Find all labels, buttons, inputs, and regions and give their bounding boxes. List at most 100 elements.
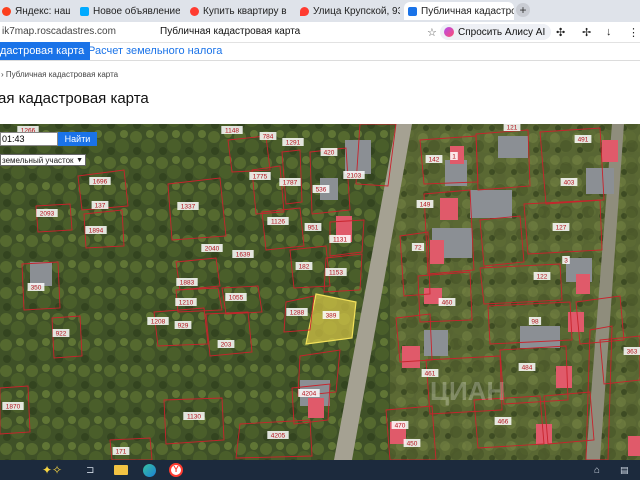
- ask-alice-button[interactable]: Спросить Алису AI: [440, 24, 552, 40]
- parcel-number-label[interactable]: 122: [537, 274, 548, 281]
- parcel-number-label[interactable]: 491: [578, 137, 589, 144]
- parcel-number-label[interactable]: 1775: [253, 174, 268, 181]
- ask-alice-label: Спросить Алису AI: [458, 26, 546, 38]
- tab-avito[interactable]: Новое объявление — Об: [76, 2, 180, 20]
- collections-icon[interactable]: ✢: [582, 26, 591, 39]
- parcel-number-label[interactable]: 403: [564, 180, 575, 187]
- chevron-down-icon: ▼: [76, 157, 83, 164]
- breadcrumb-home-icon[interactable]: ›: [1, 70, 4, 79]
- alice-icon: [444, 27, 454, 37]
- parcel-number-label[interactable]: 363: [627, 349, 638, 356]
- tab-title: Улица Крупской, 93 — Ян: [313, 5, 400, 17]
- tab-title: Купить квартиру в Грозн: [203, 5, 290, 17]
- parcel-number-label[interactable]: 1210: [179, 300, 194, 307]
- find-button[interactable]: Найти: [58, 132, 97, 146]
- parcel-number-label[interactable]: 1870: [6, 404, 21, 411]
- parcel-number-label[interactable]: 1131: [333, 237, 347, 244]
- satellite-layer: 1266 114878412914201214911142169617751787…: [0, 124, 640, 460]
- parcel-number-label[interactable]: 420: [324, 150, 335, 157]
- parcel-number-label[interactable]: 4205: [271, 433, 286, 440]
- download-icon[interactable]: ↓: [606, 26, 612, 38]
- parcel-number-label[interactable]: 922: [56, 331, 67, 338]
- sparkle-widgets-icon[interactable]: ✦✧: [42, 462, 62, 478]
- parcel-number-label[interactable]: 466: [498, 419, 509, 426]
- parcel-number-label[interactable]: 149: [420, 202, 431, 209]
- parcel-number-label[interactable]: 1291: [286, 140, 301, 147]
- map-watermark: ЦИАН: [430, 376, 506, 406]
- parcel-number-label[interactable]: 350: [31, 285, 42, 292]
- parcel-number-label[interactable]: 137: [95, 203, 106, 210]
- taskbar: ✦✧ ⊐ Y ⌂ ▤: [0, 460, 640, 480]
- parcel-number-label[interactable]: 784: [263, 134, 274, 141]
- parcel-number-label[interactable]: 1130: [187, 414, 201, 421]
- parcel-number-label[interactable]: 1337: [181, 204, 196, 211]
- parcel-number-label[interactable]: 1639: [236, 252, 251, 259]
- parcel-number-label[interactable]: 1894: [89, 228, 104, 235]
- parcel-number-label[interactable]: 460: [442, 300, 453, 307]
- parcel-number-label[interactable]: 3: [564, 258, 568, 265]
- parcel-number-label[interactable]: 98: [531, 319, 539, 326]
- edge-browser-icon[interactable]: [142, 462, 156, 478]
- tab-title: Новое объявление — Об: [93, 5, 180, 17]
- parcel-number-label[interactable]: 484: [522, 365, 533, 372]
- parcel-number-label[interactable]: 929: [178, 323, 189, 330]
- breadcrumb-current: Публичная кадастровая карта: [5, 70, 119, 79]
- page-title: ая кадастровая карта: [0, 90, 149, 107]
- cadastral-map[interactable]: 1266 1148 784 1291 420 121 491 1 142 1696 1775 1787…: [0, 124, 640, 460]
- parcel-number-label[interactable]: 470: [395, 423, 406, 430]
- nav-land-tax[interactable]: Расчет земельного налога: [88, 45, 222, 57]
- parcel-number-label[interactable]: 951: [308, 225, 319, 232]
- parcel-number-label[interactable]: 1787: [283, 180, 298, 187]
- yandex-browser-icon[interactable]: Y: [168, 462, 184, 478]
- tab-cian[interactable]: Купить квартиру в Грозн: [186, 2, 290, 20]
- parcel-number-label[interactable]: 1883: [180, 280, 195, 287]
- parcel-number-label[interactable]: 1208: [151, 319, 166, 326]
- object-type-value: земельный участок: [2, 156, 74, 165]
- parcel-number-label[interactable]: 536: [316, 187, 327, 194]
- new-tab-button[interactable]: +: [516, 3, 530, 17]
- breadcrumb: › Публичная кадастровая карта: [1, 70, 118, 79]
- tab-cadastre[interactable]: Публичная кадастровая ✕: [404, 2, 514, 20]
- nav-cadastral-map[interactable]: дастровая карта: [0, 42, 91, 60]
- parcel-number-label[interactable]: 121: [507, 125, 518, 132]
- parcel-number-label[interactable]: 1153: [329, 270, 343, 277]
- task-view-icon[interactable]: ⊐: [86, 462, 94, 478]
- parcel-number-label[interactable]: 2040: [205, 246, 220, 253]
- site-navigation: дастровая карта Расчет земельного налога: [0, 42, 640, 61]
- parcel-number-label[interactable]: 1055: [229, 295, 244, 302]
- parcel-number-label[interactable]: 182: [299, 264, 310, 271]
- cadastral-number-input[interactable]: [0, 132, 58, 146]
- system-tray-icon[interactable]: ⌂: [594, 462, 600, 478]
- map-pin-icon: [300, 6, 309, 16]
- network-icon[interactable]: ▤: [620, 462, 629, 478]
- tab-title: Публичная кадастровая: [421, 5, 514, 17]
- address-page-title: Публичная кадастровая карта: [160, 26, 301, 37]
- parcel-number-label[interactable]: 2093: [40, 211, 55, 218]
- parcel-number-label[interactable]: 72: [414, 245, 422, 252]
- tab-title: Яндекс: нашлось: [15, 5, 70, 17]
- extensions-icon[interactable]: ✣: [556, 26, 565, 39]
- cadastre-icon: [408, 6, 417, 16]
- parcel-number-label[interactable]: 1696: [93, 179, 108, 186]
- bookmark-icon[interactable]: ☆: [427, 26, 437, 39]
- parcel-number-label[interactable]: 1148: [225, 128, 239, 135]
- parcel-number-label[interactable]: 4204: [302, 391, 317, 398]
- parcel-number-label[interactable]: 1126: [271, 219, 285, 226]
- parcel-number-label[interactable]: 2103: [347, 173, 362, 180]
- parcel-number-label[interactable]: 171: [116, 449, 127, 456]
- parcel-number-label[interactable]: 450: [407, 441, 418, 448]
- parcel-number-label[interactable]: 142: [429, 157, 440, 164]
- parcel-number-label[interactable]: 1288: [290, 310, 305, 317]
- avito-icon: [80, 6, 89, 16]
- url-text[interactable]: ik7map.roscadastres.com: [2, 26, 116, 37]
- object-type-select[interactable]: земельный участок ▼: [0, 154, 86, 166]
- file-explorer-icon[interactable]: [114, 462, 128, 478]
- address-bar: ik7map.roscadastres.com Публичная кадаст…: [0, 22, 640, 43]
- parcel-number-label[interactable]: 127: [556, 225, 567, 232]
- parcel-number-label[interactable]: 1: [452, 154, 456, 161]
- parcel-number-label[interactable]: 389: [326, 313, 337, 320]
- tab-yandex-maps[interactable]: Улица Крупской, 93 — Ян: [296, 2, 400, 20]
- menu-icon[interactable]: ⋮: [628, 26, 639, 39]
- tab-yandex[interactable]: Яндекс: нашлось: [0, 2, 70, 20]
- parcel-number-label[interactable]: 203: [221, 342, 232, 349]
